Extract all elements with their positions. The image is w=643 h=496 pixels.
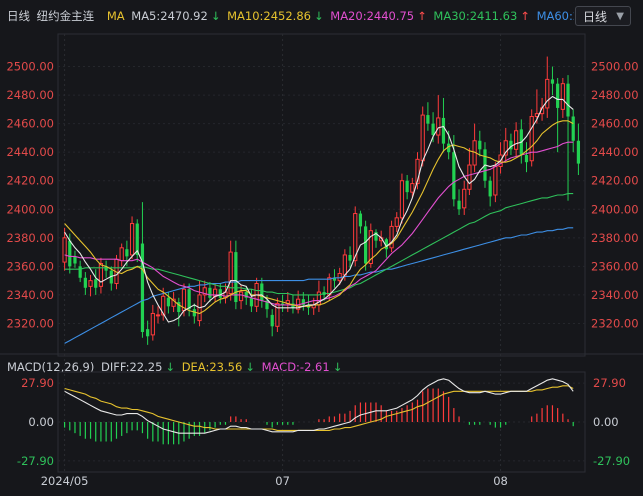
candle-body	[420, 114, 425, 162]
candle-body	[125, 249, 129, 257]
candle-body	[166, 297, 171, 307]
candle-body	[68, 240, 72, 267]
candle-body	[550, 79, 555, 84]
price-tick-right: 2420.00	[591, 174, 639, 188]
candle-body	[62, 237, 67, 263]
candle-body	[493, 165, 498, 196]
date-tick-label: 2024/05	[41, 474, 89, 488]
date-tick-label: 07	[275, 474, 290, 488]
price-tick-right: 2380.00	[591, 231, 639, 245]
candle-body	[83, 277, 87, 288]
candle-body	[488, 180, 492, 197]
candle-body	[249, 297, 254, 307]
candle-body	[556, 83, 560, 108]
price-tick-left: 2400.00	[6, 202, 54, 216]
candle-body	[405, 180, 409, 193]
candle-body	[155, 314, 161, 317]
candle-body	[73, 256, 77, 264]
candle-body	[529, 116, 534, 162]
candle-body	[98, 263, 104, 287]
price-tick-right: 2340.00	[591, 288, 639, 302]
candle-body	[88, 280, 93, 287]
price-tick-left: 2480.00	[6, 88, 54, 102]
macd-tick-left: -27.90	[17, 454, 54, 468]
candle-body	[208, 287, 212, 298]
candle-body	[146, 329, 150, 337]
price-tick-right: 2440.00	[591, 145, 639, 159]
candle-body	[394, 217, 399, 227]
price-tick-left: 2380.00	[6, 231, 54, 245]
price-tick-left: 2320.00	[6, 316, 54, 330]
candle-body	[78, 266, 82, 278]
price-tick-left: 2500.00	[6, 60, 54, 74]
candle-body	[119, 247, 124, 262]
candle-body	[129, 223, 135, 256]
price-tick-left: 2360.00	[6, 259, 54, 273]
macd-tick-right: 27.90	[593, 376, 626, 390]
price-tick-right: 2400.00	[591, 202, 639, 216]
candle-body	[399, 180, 405, 219]
candle-body	[571, 116, 575, 141]
price-tick-right: 2500.00	[591, 60, 639, 74]
macd-tick-right: -27.90	[593, 454, 630, 468]
candle-body	[426, 115, 430, 124]
candle-body	[327, 277, 332, 296]
candle-body	[150, 312, 155, 336]
date-tick-label: 08	[493, 474, 508, 488]
candle-body	[348, 254, 352, 261]
price-tick-left: 2440.00	[6, 145, 54, 159]
candle-body	[358, 213, 363, 227]
candle-body	[342, 254, 347, 276]
price-tick-right: 2320.00	[591, 316, 639, 330]
candle-body	[514, 130, 519, 150]
candle-body	[270, 314, 274, 327]
candle-body	[478, 140, 482, 150]
candle-body	[364, 226, 368, 264]
candle-body	[576, 140, 581, 164]
price-tick-left: 2460.00	[6, 117, 54, 131]
candle-body	[187, 289, 191, 310]
candle-body	[462, 188, 467, 209]
macd-tick-left: 27.90	[21, 376, 54, 390]
candle-body	[457, 200, 461, 210]
candle-body	[436, 117, 441, 136]
macd-dea-line	[64, 385, 574, 431]
candle-body	[238, 291, 244, 302]
price-tick-right: 2360.00	[591, 259, 639, 273]
candle-body	[452, 152, 456, 200]
candle-body	[410, 183, 415, 193]
price-tick-left: 2420.00	[6, 174, 54, 188]
macd-tick-left: 0.00	[28, 415, 54, 429]
macd-dif-line	[64, 378, 574, 434]
candle-body	[566, 83, 570, 117]
price-tick-left: 2340.00	[6, 288, 54, 302]
candle-body	[140, 243, 145, 333]
price-panel-frame	[57, 33, 586, 357]
candle-body	[441, 117, 446, 144]
candle-body	[260, 283, 264, 301]
candle-body	[218, 289, 222, 298]
candle-body	[431, 123, 435, 136]
price-tick-right: 2480.00	[591, 88, 639, 102]
candle-body	[467, 164, 472, 190]
macd-tick-right: 0.00	[593, 415, 619, 429]
candle-body	[545, 78, 550, 109]
candle-body	[524, 155, 529, 163]
candlestick-chart[interactable]: 2500.00 2500.00 2480.00 2480.00 2460.00 2460.…	[0, 0, 643, 496]
candle-body	[94, 279, 98, 288]
candle-body	[560, 83, 565, 110]
price-tick-right: 2460.00	[591, 117, 639, 131]
